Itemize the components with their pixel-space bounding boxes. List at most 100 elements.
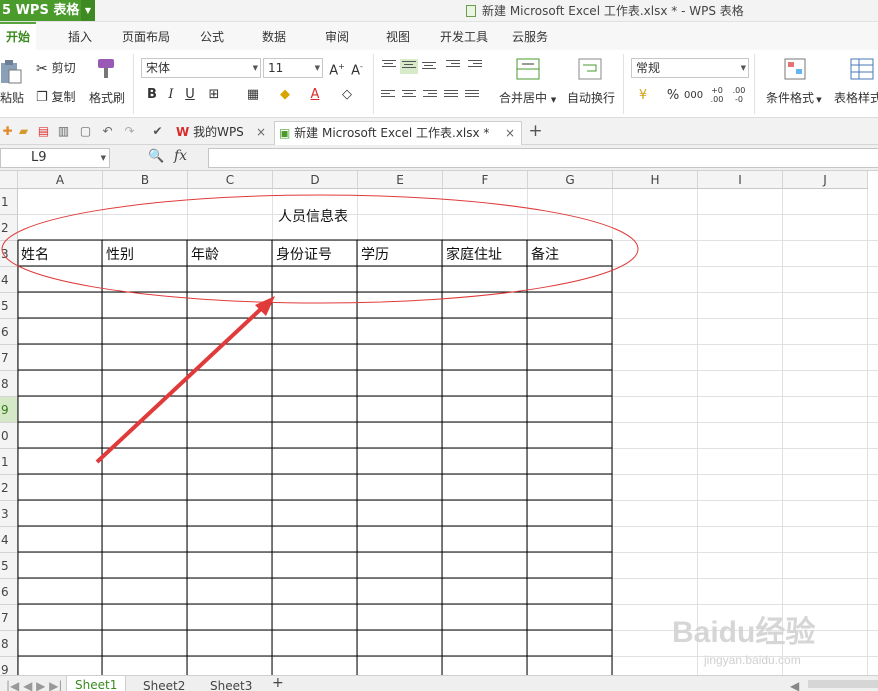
fill-color-icon[interactable]: ▦ [244, 86, 262, 104]
paste-icon [1, 60, 22, 84]
distributed-icon[interactable] [465, 90, 479, 102]
scissors-icon: ✂ [36, 60, 48, 77]
tab-my-wps-label: 我的WPS [193, 125, 244, 139]
app-menu-button[interactable]: 5 WPS 表格 ▼ [0, 0, 95, 21]
paste-label[interactable]: 粘贴 [0, 89, 24, 106]
tab-data[interactable]: 数据 [262, 22, 286, 50]
redo-icon[interactable]: ↷ [122, 124, 137, 139]
customize-toolbar-icon[interactable]: ✔ [150, 124, 165, 139]
paste-button[interactable] [0, 58, 22, 84]
conditional-format-text: 条件格式 [766, 91, 815, 105]
document-tab-bar: ✚ ▰ ▤ ▥ ▢ ↶ ↷ ✔ W 我的WPS × ▣ 新建 Microsoft … [0, 118, 878, 145]
align-left-icon[interactable] [381, 90, 395, 102]
chevron-down-icon: ▼ [814, 96, 822, 104]
chevron-down-icon: ▼ [314, 64, 320, 72]
zoom-icon[interactable]: 🔍 [148, 149, 164, 164]
underline-button[interactable]: U [181, 86, 199, 104]
indent-increase-icon[interactable] [468, 60, 482, 72]
sheet-nav-icon[interactable]: |◀ ◀ ▶ ▶| [6, 679, 62, 691]
function-icon[interactable]: fx [174, 148, 187, 164]
align-center-icon[interactable] [402, 90, 416, 102]
conditional-format-button[interactable] [784, 58, 808, 80]
close-icon[interactable]: × [256, 121, 266, 143]
add-sheet-icon[interactable]: + [272, 675, 284, 691]
wrap-text-icon [578, 58, 602, 80]
print-icon[interactable]: ▥ [56, 124, 71, 139]
number-format-select[interactable]: 常规 ▼ [631, 58, 749, 78]
format-painter-button[interactable] [94, 56, 120, 80]
decrease-font-icon[interactable]: A- [348, 58, 366, 78]
border-icon[interactable]: ⊞ [205, 86, 223, 104]
align-middle-icon[interactable] [400, 59, 418, 74]
annotation-ellipse [1, 194, 639, 304]
merge-cells-icon [516, 58, 540, 80]
tab-cloud-service[interactable]: 云服务 [512, 22, 548, 50]
format-painter-label[interactable]: 格式刷 [89, 89, 125, 106]
sheet-tab-bar: |◀ ◀ ▶ ▶| Sheet1 Sheet2 Sheet3 + ◀ [0, 675, 878, 691]
wrap-text-button[interactable] [578, 58, 602, 80]
cut-label: 剪切 [51, 61, 76, 75]
tab-my-wps[interactable]: W 我的WPS × [172, 121, 272, 145]
name-box[interactable]: L9 ▼ [0, 148, 110, 168]
number-format-value: 常规 [636, 61, 661, 75]
align-top-icon[interactable] [382, 60, 396, 72]
thousands-separator-icon[interactable]: 000 [684, 87, 703, 105]
sheet-tab-3[interactable]: Sheet3 [210, 679, 252, 691]
decrease-decimal-icon[interactable]: .00 -0 [730, 86, 748, 104]
align-right-icon[interactable] [423, 90, 437, 102]
tab-home[interactable]: 开始 [0, 22, 37, 50]
tab-developer[interactable]: 开发工具 [440, 22, 488, 50]
italic-button[interactable]: I [162, 86, 180, 104]
font-size-select[interactable]: 11 ▼ [263, 58, 323, 78]
tab-active-document-label: 新建 Microsoft Excel 工作表.xlsx * [294, 126, 490, 140]
percent-button[interactable]: % [664, 87, 682, 105]
tab-review[interactable]: 审阅 [325, 22, 349, 50]
font-color-icon[interactable]: A [306, 86, 324, 104]
tab-insert[interactable]: 插入 [68, 22, 92, 50]
copy-label: 复制 [51, 90, 76, 104]
tab-formulas[interactable]: 公式 [200, 22, 224, 50]
new-tab-icon[interactable]: + [528, 123, 543, 140]
table-style-icon [850, 58, 874, 80]
bold-button[interactable]: B [143, 86, 161, 104]
indent-decrease-icon[interactable] [446, 60, 460, 72]
app-menu-dropdown-icon[interactable]: ▼ [81, 0, 95, 21]
increase-font-icon[interactable]: A+ [328, 58, 346, 78]
tab-active-document[interactable]: ▣ 新建 Microsoft Excel 工作表.xlsx * × [274, 121, 522, 145]
currency-icon[interactable]: ¥ [634, 87, 652, 105]
print-preview-icon[interactable]: ▢ [78, 124, 93, 139]
font-name-select[interactable]: 宋体 ▼ [141, 58, 261, 78]
copy-button[interactable]: ❐ 复制 [36, 88, 76, 105]
merge-center-button[interactable] [516, 58, 540, 80]
horizontal-scroll-left-icon[interactable]: ◀ [790, 679, 799, 691]
increase-decimal-icon[interactable]: +0.00 [708, 86, 726, 104]
new-icon[interactable]: ✚ [0, 124, 15, 139]
horizontal-scrollbar[interactable] [808, 680, 878, 688]
export-pdf-icon[interactable]: ▤ [36, 124, 51, 139]
conditional-format-label[interactable]: 条件格式 ▼ [766, 89, 822, 106]
merge-center-text: 合并居中 [499, 91, 548, 105]
separator [623, 54, 624, 114]
close-icon[interactable]: × [505, 122, 515, 144]
highlight-icon[interactable]: ◆ [276, 86, 294, 104]
clear-format-icon[interactable]: ◇ [338, 86, 356, 104]
formula-input[interactable] [208, 148, 878, 168]
tab-view[interactable]: 视图 [386, 22, 410, 50]
open-folder-icon[interactable]: ▰ [16, 124, 31, 139]
align-bottom-icon[interactable] [422, 62, 436, 74]
justify-icon[interactable] [444, 90, 458, 102]
copy-icon: ❐ [36, 90, 48, 105]
tab-page-layout[interactable]: 页面布局 [122, 22, 170, 50]
table-style-button[interactable] [850, 58, 876, 80]
spreadsheet-icon: ▣ [279, 126, 291, 140]
chevron-down-icon: ▼ [740, 64, 746, 72]
table-style-label[interactable]: 表格样式 [834, 89, 878, 106]
sheet-tab-2[interactable]: Sheet2 [143, 679, 185, 691]
wrap-text-label[interactable]: 自动换行 [567, 89, 615, 106]
separator [133, 54, 134, 114]
cut-button[interactable]: ✂ 剪切 [36, 59, 76, 77]
spreadsheet-grid[interactable]: ABCDEFGHIJ 1234567890123456789 人员信息表 姓名性… [0, 171, 878, 675]
merge-center-label[interactable]: 合并居中 ▼ [499, 89, 556, 106]
undo-icon[interactable]: ↶ [100, 124, 115, 139]
sheet-tab-1[interactable]: Sheet1 [66, 676, 127, 691]
